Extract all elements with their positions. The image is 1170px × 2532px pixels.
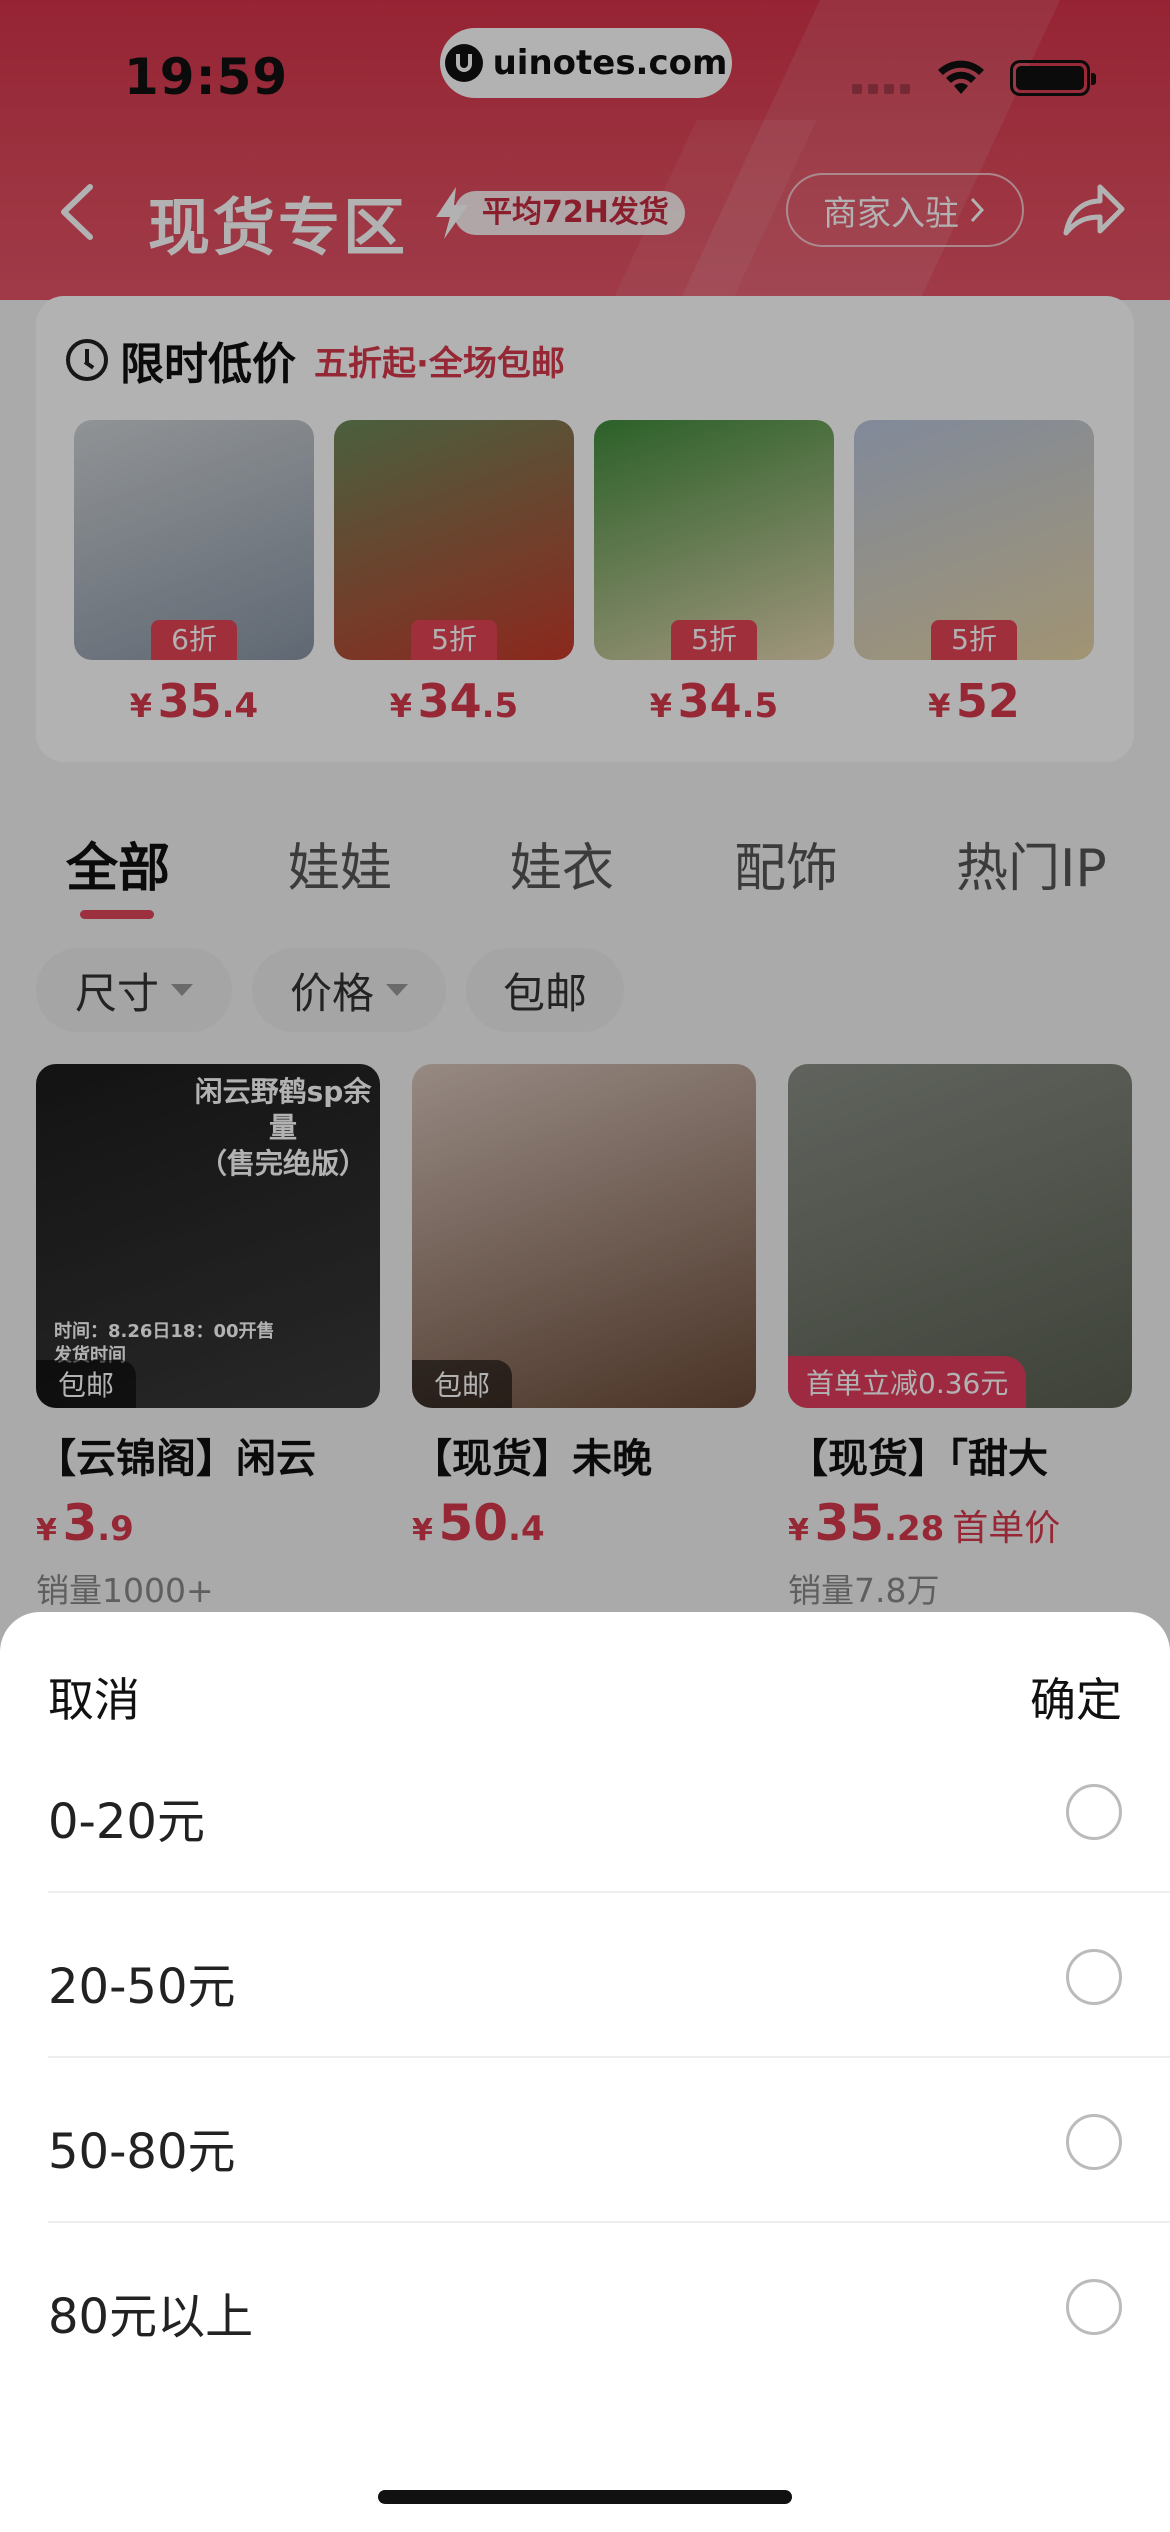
price-option-label: 20-50元 xyxy=(48,1959,236,2015)
radio-button[interactable] xyxy=(1066,2114,1122,2170)
price-option[interactable]: 0-20元 xyxy=(48,1728,1170,1893)
radio-button[interactable] xyxy=(1066,1784,1122,1840)
price-option[interactable]: 50-80元 xyxy=(48,2058,1170,2223)
confirm-button[interactable]: 确定 xyxy=(1030,1664,1122,1730)
price-option-label: 80元以上 xyxy=(48,2289,254,2345)
price-option[interactable]: 20-50元 xyxy=(48,1893,1170,2058)
radio-button[interactable] xyxy=(1066,1949,1122,2005)
price-option[interactable]: 80元以上 xyxy=(48,2223,1170,2388)
price-option-label: 50-80元 xyxy=(48,2124,236,2180)
cancel-button[interactable]: 取消 xyxy=(48,1664,140,1730)
radio-button[interactable] xyxy=(1066,2279,1122,2335)
price-option-label: 0-20元 xyxy=(48,1794,205,1850)
home-indicator xyxy=(378,2490,792,2504)
price-filter-sheet: 取消 确定 0-20元 20-50元 50-80元 80元以上 xyxy=(0,1612,1170,2532)
